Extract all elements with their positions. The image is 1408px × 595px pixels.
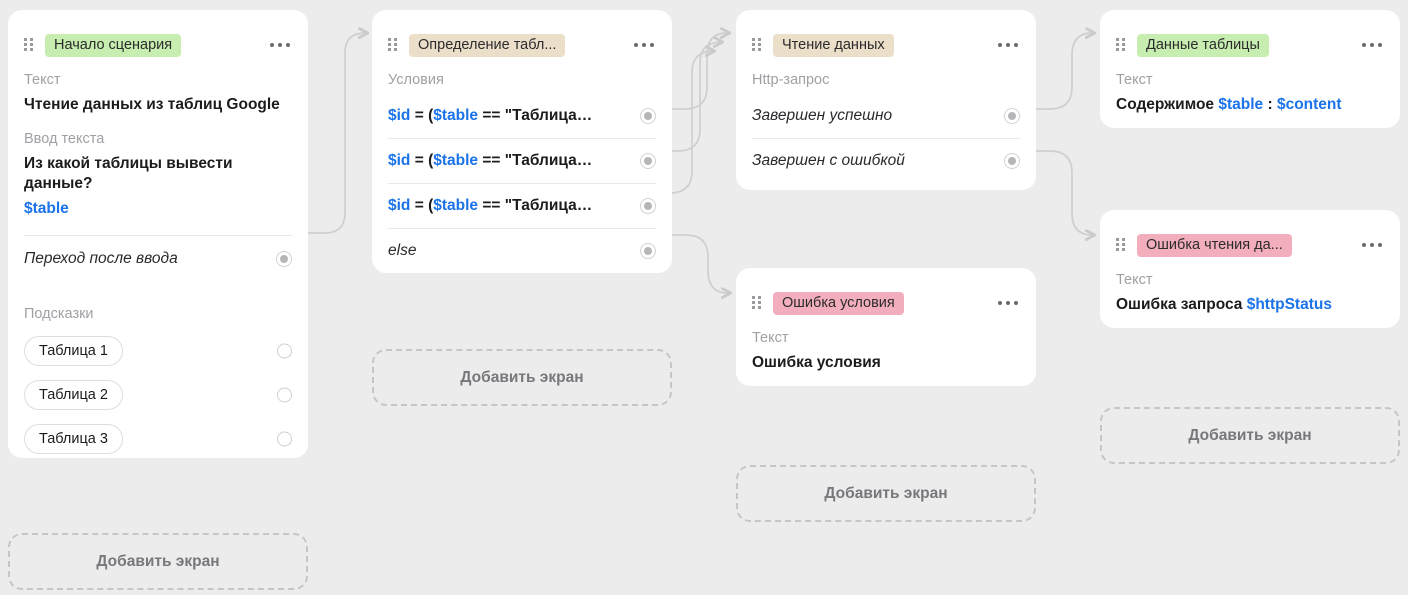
condition-expression: $id = ($table == "Таблица… xyxy=(388,152,593,169)
drag-handle-icon[interactable] xyxy=(388,38,400,52)
hint-chip[interactable]: Таблица 3 xyxy=(24,424,123,454)
more-options-icon[interactable] xyxy=(632,37,656,53)
card-header: Начало сценария xyxy=(24,33,292,57)
section-label-text: Текст xyxy=(1116,72,1153,88)
add-screen-button[interactable]: Добавить экран xyxy=(736,465,1036,522)
hints-label: Подсказки xyxy=(24,306,94,322)
card-header: Данные таблицы xyxy=(1116,33,1384,57)
condition-expression: $id = ($table == "Таблица… xyxy=(388,107,593,124)
section-value-input: Из какой таблицы вывести данные? xyxy=(24,155,233,192)
card-condition[interactable]: Определение табл... Условия $id = ($tabl… xyxy=(372,10,672,273)
card-title-badge[interactable]: Чтение данных xyxy=(773,33,894,57)
section-label-text: Текст xyxy=(752,330,789,346)
hint-chip[interactable]: Таблица 2 xyxy=(24,380,123,410)
more-options-icon[interactable] xyxy=(1360,237,1384,253)
card-header: Ошибка чтения да... xyxy=(1116,233,1384,257)
hint-row[interactable]: Таблица 2 xyxy=(24,378,292,412)
output-port-condition[interactable] xyxy=(640,153,656,169)
section-label-text: Текст xyxy=(1116,272,1153,288)
condition-row-else[interactable]: else xyxy=(388,228,656,273)
output-port-else[interactable] xyxy=(640,243,656,259)
hint-chip[interactable]: Таблица 1 xyxy=(24,336,123,366)
card-title-badge[interactable]: Данные таблицы xyxy=(1137,33,1269,57)
drag-handle-icon[interactable] xyxy=(752,296,764,310)
condition-expression: $id = ($table == "Таблица… xyxy=(388,197,593,214)
condition-row[interactable]: $id = ($table == "Таблица… xyxy=(388,138,656,183)
hint-port[interactable] xyxy=(277,431,292,447)
condition-row[interactable]: $id = ($table == "Таблица… xyxy=(388,94,656,138)
drag-handle-icon[interactable] xyxy=(752,38,764,52)
section-label-input: Ввод текста xyxy=(24,131,105,147)
input-variable: $table xyxy=(24,200,69,217)
card-header: Чтение данных xyxy=(752,33,1020,57)
more-options-icon[interactable] xyxy=(996,37,1020,53)
hint-port[interactable] xyxy=(277,387,292,403)
card-http-request[interactable]: Чтение данных Http-запрос Завершен успеш… xyxy=(736,10,1036,190)
condition-row[interactable]: $id = ($table == "Таблица… xyxy=(388,183,656,228)
more-options-icon[interactable] xyxy=(996,295,1020,311)
section-value-text: Ошибка условия xyxy=(752,354,881,371)
more-options-icon[interactable] xyxy=(1360,37,1384,53)
outcome-row-error[interactable]: Завершен с ошибкой xyxy=(752,138,1020,183)
card-title-badge[interactable]: Начало сценария xyxy=(45,33,182,57)
section-value-text: Чтение данных из таблиц Google xyxy=(24,96,280,113)
more-options-icon[interactable] xyxy=(268,37,292,53)
card-start[interactable]: Начало сценария Текст Чтение данных из т… xyxy=(8,10,308,458)
section-label-conditions: Условия xyxy=(388,72,444,88)
section-value-text: Содержимое $table : $content xyxy=(1116,96,1342,113)
output-port-success[interactable] xyxy=(1004,108,1020,124)
add-screen-button[interactable]: Добавить экран xyxy=(1100,407,1400,464)
card-title-badge[interactable]: Определение табл... xyxy=(409,33,566,57)
flow-canvas: Начало сценария Текст Чтение данных из т… xyxy=(0,0,1408,595)
add-screen-button[interactable]: Добавить экран xyxy=(372,349,672,406)
section-label-http: Http-запрос xyxy=(752,72,830,88)
add-screen-button[interactable]: Добавить экран xyxy=(8,533,308,590)
output-port-transition[interactable] xyxy=(276,251,292,267)
card-condition-error[interactable]: Ошибка условия Текст Ошибка условия xyxy=(736,268,1036,386)
card-title-badge[interactable]: Ошибка условия xyxy=(773,291,904,315)
output-port-condition[interactable] xyxy=(640,198,656,214)
card-header: Определение табл... xyxy=(388,33,656,57)
outcome-label: Завершен успешно xyxy=(752,107,893,124)
output-port-condition[interactable] xyxy=(640,108,656,124)
else-label: else xyxy=(388,242,417,259)
card-header: Ошибка условия xyxy=(752,291,1020,315)
outcome-label: Завершен с ошибкой xyxy=(752,152,905,169)
hint-port[interactable] xyxy=(277,343,292,359)
transition-label: Переход после ввода xyxy=(24,250,178,267)
row-transition-after-input[interactable]: Переход после ввода xyxy=(24,236,292,282)
card-table-data[interactable]: Данные таблицы Текст Содержимое $table :… xyxy=(1100,10,1400,128)
section-value-text: Ошибка запроса $httpStatus xyxy=(1116,296,1332,313)
output-port-error[interactable] xyxy=(1004,153,1020,169)
drag-handle-icon[interactable] xyxy=(24,38,36,52)
card-title-badge[interactable]: Ошибка чтения да... xyxy=(1137,233,1292,257)
hint-row[interactable]: Таблица 1 xyxy=(24,334,292,368)
section-label-text: Текст xyxy=(24,72,61,88)
drag-handle-icon[interactable] xyxy=(1116,238,1128,252)
hint-row[interactable]: Таблица 3 xyxy=(24,422,292,456)
drag-handle-icon[interactable] xyxy=(1116,38,1128,52)
outcome-row-success[interactable]: Завершен успешно xyxy=(752,94,1020,138)
card-read-error[interactable]: Ошибка чтения да... Текст Ошибка запроса… xyxy=(1100,210,1400,328)
